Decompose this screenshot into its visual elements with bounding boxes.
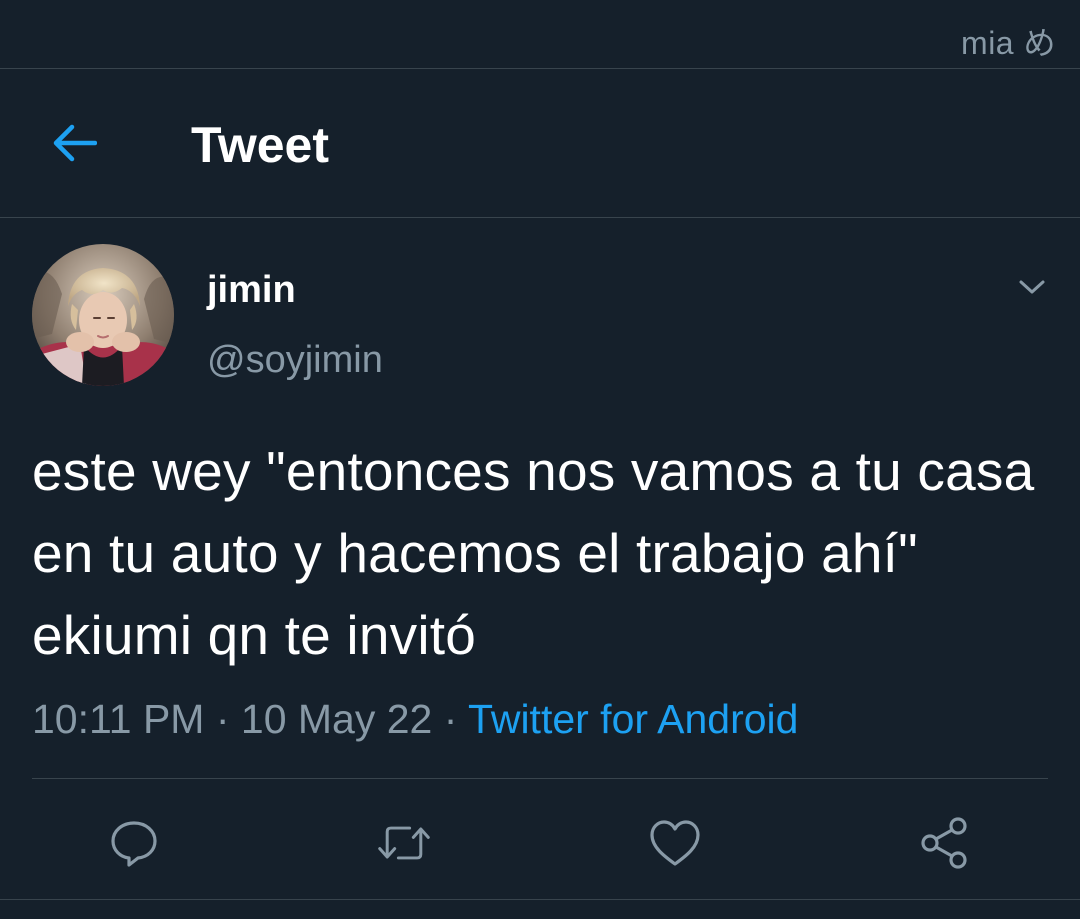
like-button[interactable]	[647, 815, 703, 871]
tweet-header: Tweet	[0, 69, 1080, 218]
more-options-button[interactable]	[1012, 272, 1052, 302]
share-icon	[921, 817, 967, 869]
retweet-icon	[378, 826, 430, 860]
status-bar: mia め	[0, 0, 1080, 69]
chevron-down-icon	[1019, 280, 1045, 294]
watermark-text: mia め	[961, 25, 1056, 61]
reply-button[interactable]	[106, 815, 162, 871]
tweet-source-link[interactable]: Twitter for Android	[468, 696, 798, 742]
tweet-text: este wey "entonces nos vamos a tu casa e…	[32, 440, 1035, 666]
divider	[0, 899, 1080, 900]
tweet-date: 10 May 22	[240, 696, 433, 742]
arrow-left-icon	[53, 124, 97, 162]
tweet-metadata: 10:11 PM · 10 May 22 · Twitter for Andro…	[32, 694, 798, 744]
tweet-time: 10:11 PM	[32, 696, 205, 742]
retweet-button[interactable]	[376, 815, 432, 871]
share-button[interactable]	[917, 815, 973, 871]
meta-separator: ·	[204, 696, 241, 742]
page-title: Tweet	[191, 117, 329, 173]
reply-icon	[111, 821, 157, 867]
display-name[interactable]: jimin	[207, 268, 296, 312]
avatar[interactable]	[32, 244, 174, 386]
tweet-author: jimin @soyjimin	[0, 218, 1080, 398]
heart-icon	[650, 820, 700, 866]
avatar-image	[32, 244, 174, 386]
user-handle[interactable]: @soyjimin	[207, 338, 383, 382]
action-bar	[0, 779, 1080, 899]
back-button[interactable]	[44, 113, 104, 173]
meta-separator: ·	[432, 696, 469, 742]
